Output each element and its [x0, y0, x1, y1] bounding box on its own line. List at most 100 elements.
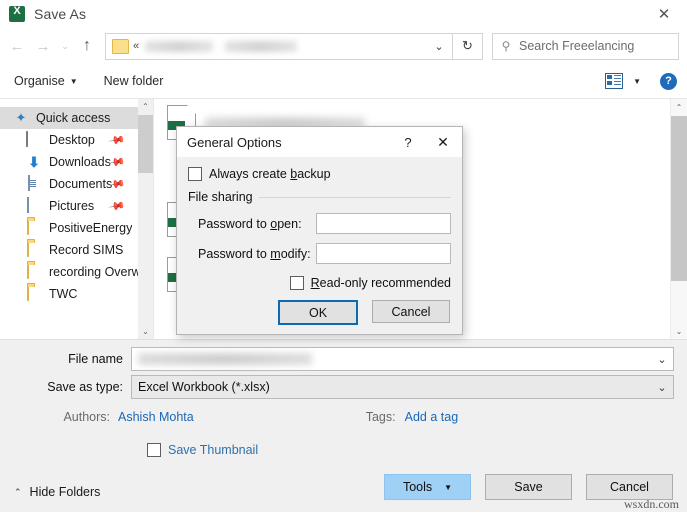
pin-icon[interactable]: 📌 — [108, 131, 127, 150]
up-button[interactable]: ↑ — [74, 33, 100, 59]
dialog-cancel-button[interactable]: Cancel — [372, 300, 450, 323]
chevron-down-icon: ▼ — [444, 482, 453, 492]
save-as-type-select[interactable]: Excel Workbook (*.xlsx) ⌄ — [131, 375, 674, 399]
password-to-modify-input[interactable] — [316, 243, 451, 264]
tags-label: Tags: — [365, 410, 396, 424]
save-form: File name ⌄ Save as type: Excel Workbook… — [0, 339, 687, 512]
picture-icon — [26, 197, 42, 214]
label-pre: Password to — [198, 216, 271, 231]
sidebar-item-label: Record SIMS — [49, 243, 124, 257]
search-box[interactable]: ⚲ Search Freeelancing — [492, 32, 679, 60]
breadcrumb-segment-1[interactable] — [145, 40, 214, 52]
tools-button[interactable]: Tools ▼ — [384, 474, 471, 500]
scroll-up-icon[interactable]: ⌃ — [671, 99, 687, 115]
forward-button[interactable]: → — [30, 33, 56, 59]
scroll-down-icon[interactable]: ⌄ — [671, 323, 687, 339]
chevron-down-icon[interactable]: ⌄ — [651, 353, 673, 366]
watermark: wsxdn.com — [624, 497, 679, 511]
label-pre: Always create — [209, 167, 291, 181]
dialog-body: Always create backup File sharing Passwo… — [177, 157, 462, 334]
chevron-down-icon[interactable]: ▼ — [633, 77, 641, 86]
cancel-label: Cancel — [610, 480, 649, 494]
organise-label: Organise — [14, 74, 65, 88]
dialog-ok-button[interactable]: OK — [278, 300, 358, 325]
address-bar[interactable]: « ⌄ — [105, 32, 453, 60]
save-as-type-row: Save as type: Excel Workbook (*.xlsx) ⌄ — [0, 375, 687, 399]
pin-icon[interactable]: 📌 — [108, 197, 127, 216]
new-folder-button[interactable]: New folder — [104, 74, 164, 88]
sidebar-item-record-sims[interactable]: Record SIMS — [0, 239, 138, 261]
save-thumbnail-row[interactable]: Save Thumbnail — [0, 443, 687, 457]
window-title: Save As — [34, 6, 87, 22]
read-only-recommended-row[interactable]: Read-only recommended — [188, 276, 451, 290]
general-options-dialog: General Options ? ✕ Always create backup… — [176, 126, 463, 335]
add-a-tag-link[interactable]: Add a tag — [405, 410, 459, 424]
hide-folders-button[interactable]: ⌃ Hide Folders — [14, 485, 100, 499]
dialog-buttons: OK Cancel — [188, 300, 451, 325]
close-icon[interactable]: ✕ — [424, 127, 462, 157]
sidebar-item-recording-overw[interactable]: recording Overw — [0, 261, 138, 283]
scroll-down-icon[interactable]: ⌄ — [138, 324, 153, 339]
command-bar-right: ▼ ? — [605, 72, 677, 90]
breadcrumb-overflow-icon[interactable]: « — [133, 40, 139, 52]
folder-icon — [26, 263, 42, 280]
password-to-open-input[interactable] — [316, 213, 451, 234]
search-input[interactable]: Search Freeelancing — [519, 39, 634, 53]
sidebar-item-pictures[interactable]: Pictures 📌 — [0, 195, 138, 217]
label-post: pen: — [277, 216, 302, 231]
read-only-recommended-checkbox[interactable] — [289, 276, 304, 290]
sidebar-item-desktop[interactable]: Desktop 📌 — [0, 129, 138, 151]
file-name-input[interactable]: ⌄ — [131, 347, 674, 371]
always-create-backup-checkbox[interactable] — [188, 167, 202, 181]
hide-folders-label: Hide Folders — [29, 485, 101, 499]
file-list-scrollbar[interactable]: ⌃ ⌄ — [670, 99, 687, 339]
sidebar-item-label: Documents — [49, 177, 113, 191]
close-icon[interactable]: ✕ — [641, 0, 687, 28]
sidebar-item-documents[interactable]: Documents 📌 — [0, 173, 138, 195]
back-button[interactable]: ← — [4, 33, 30, 59]
scrollbar-thumb[interactable] — [671, 116, 687, 281]
metadata-row: Authors: Ashish Mohta Tags: Add a tag — [0, 410, 687, 424]
accelerator-key: m — [270, 246, 281, 261]
save-as-type-label: Save as type: — [47, 380, 123, 394]
password-to-modify-label: Password to modify: — [198, 247, 316, 261]
sidebar-item-label: TWC — [49, 287, 78, 301]
refresh-icon[interactable]: ↻ — [453, 32, 483, 60]
scroll-up-icon[interactable]: ⌃ — [138, 99, 153, 114]
save-thumbnail-checkbox[interactable] — [147, 443, 161, 457]
sidebar-item-positiveenergy[interactable]: PositiveEnergy — [0, 217, 138, 239]
password-to-modify-row: Password to modify: — [188, 243, 451, 264]
read-only-recommended-label: Read-only recommended — [311, 276, 451, 290]
sidebar-item-quick-access[interactable]: ✦ Quick access — [0, 107, 138, 129]
authors-value[interactable]: Ashish Mohta — [118, 410, 194, 424]
save-button[interactable]: Save — [485, 474, 572, 500]
desktop-icon — [26, 131, 42, 148]
sidebar-item-label: Pictures — [49, 199, 95, 213]
help-icon[interactable]: ? — [660, 72, 677, 90]
navigation-pane: ✦ Quick access Desktop 📌 ⬇ Downloads 📌 D… — [0, 99, 138, 339]
sidebar-item-twc[interactable]: TWC — [0, 283, 138, 305]
folder-icon — [26, 285, 42, 302]
password-to-open-row: Password to open: — [188, 213, 451, 234]
navigation-pane-scrollbar[interactable]: ⌃ ⌄ — [138, 99, 154, 339]
file-sharing-group-header: File sharing — [188, 190, 451, 204]
scrollbar-thumb[interactable] — [138, 115, 153, 173]
tools-label: Tools — [402, 480, 433, 494]
view-layout-icon[interactable] — [605, 73, 624, 89]
file-name-label: File name — [68, 352, 123, 366]
chevron-down-icon[interactable]: ⌄ — [651, 381, 673, 394]
sidebar-item-label: Quick access — [36, 111, 111, 125]
authors-label: Authors: — [63, 410, 110, 424]
breadcrumb-segment-2[interactable] — [225, 40, 298, 52]
help-icon[interactable]: ? — [392, 127, 424, 157]
organise-menu[interactable]: Organise ▼ — [14, 74, 78, 88]
label-post: ead-only recommended — [319, 276, 451, 290]
sidebar-item-label: PositiveEnergy — [49, 221, 133, 235]
always-create-backup-row[interactable]: Always create backup — [188, 167, 451, 181]
folder-icon — [112, 38, 129, 54]
navigation-bar: ← → ⌄ ↑ « ⌄ ↻ ⚲ Search Freeelancing — [0, 28, 687, 64]
chevron-down-icon[interactable]: ⌄ — [426, 40, 452, 53]
recent-locations-button[interactable]: ⌄ — [56, 33, 74, 59]
file-name-value-redacted — [138, 353, 312, 365]
sidebar-item-downloads[interactable]: ⬇ Downloads 📌 — [0, 151, 138, 173]
